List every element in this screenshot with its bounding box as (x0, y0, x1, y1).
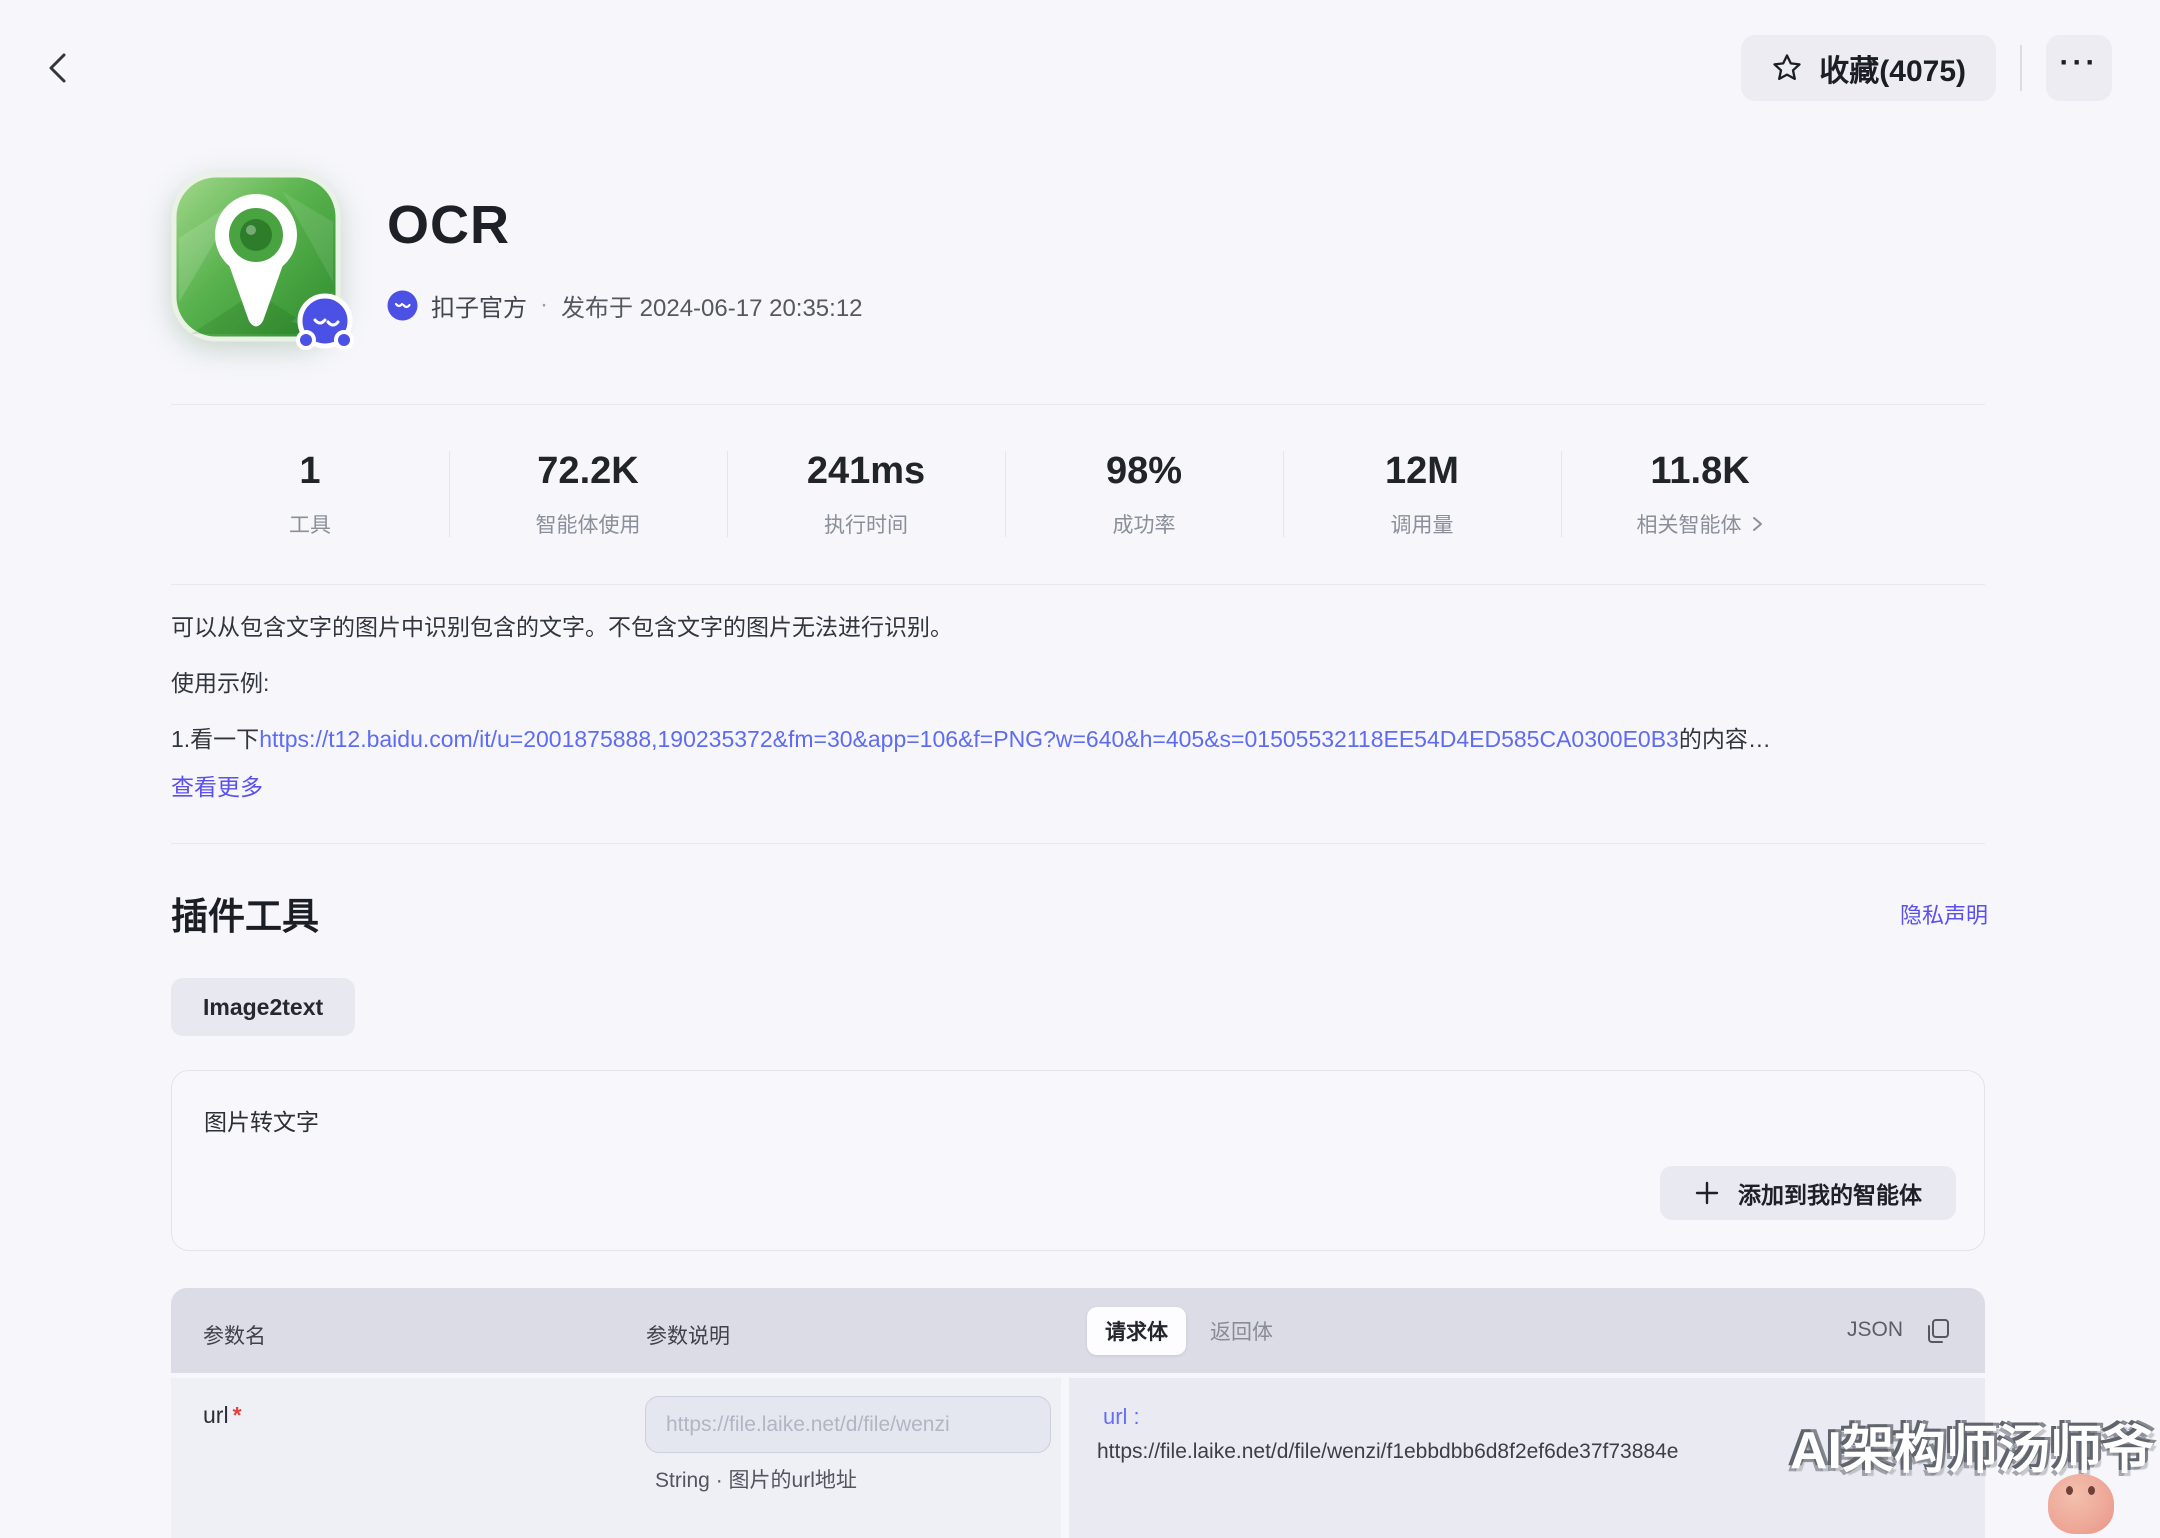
more-button[interactable]: ··· (2046, 35, 2112, 101)
top-actions: 收藏(4075) ··· (1741, 35, 2112, 101)
example-suffix: 的内容… (1679, 726, 1771, 752)
add-to-my-agents-button[interactable]: 添加到我的智能体 (1660, 1166, 1956, 1220)
publish-date: 发布于 2024-06-17 20:35:12 (561, 288, 863, 323)
stat-label: 调用量 (1391, 509, 1454, 539)
stat-value: 11.8K (1561, 450, 1839, 493)
divider (171, 584, 1985, 585)
coze-mascot-badge-icon (292, 290, 358, 356)
description-example-line: 1.看一下https://t12.baidu.com/it/u=20018758… (171, 722, 1985, 756)
required-asterisk: * (233, 1402, 242, 1428)
stat-value: 98% (1005, 450, 1283, 493)
stat-value: 72.2K (449, 450, 727, 493)
stat-label: 相关智能体 (1637, 509, 1742, 539)
description-line: 使用示例: (171, 666, 1985, 700)
stat-label: 成功率 (1113, 509, 1176, 539)
stat-label: 智能体使用 (536, 509, 641, 539)
json-key: url : (1103, 1404, 1140, 1430)
stat-label: 工具 (289, 509, 331, 539)
params-table-row: url* String · 图片的url地址 url : https://fil… (171, 1378, 1985, 1538)
stat-related-agents[interactable]: 11.8K 相关智能体 (1561, 450, 1839, 539)
watermark-text: AI架构师汤师爷 (1790, 1408, 2154, 1483)
more-dots: ··· (2060, 46, 2099, 80)
stats-row: 1 工具 72.2K 智能体使用 241ms 执行时间 98% 成功率 12M … (171, 404, 1839, 584)
params-table-header: 参数名 参数说明 请求体 返回体 JSON (171, 1288, 1985, 1373)
separator-dot: · (540, 291, 548, 319)
favorite-label: 收藏(4075) (1819, 46, 1966, 90)
copy-button[interactable] (1923, 1316, 1953, 1346)
tool-card: 图片转文字 添加到我的智能体 (171, 1070, 1985, 1251)
stat-success-rate: 98% 成功率 (1005, 450, 1283, 539)
section-title-plugin-tools: 插件工具 (171, 886, 319, 940)
description-line: 可以从包含文字的图片中识别包含的文字。不包含文字的图片无法进行识别。 (171, 610, 1985, 644)
favorite-button[interactable]: 收藏(4075) (1741, 35, 1996, 101)
mascot-avatar (2048, 1474, 2114, 1534)
add-button-label: 添加到我的智能体 (1738, 1176, 1922, 1210)
param-url-input[interactable] (645, 1396, 1051, 1453)
stat-value: 241ms (727, 450, 1005, 493)
copy-icon (1923, 1316, 1953, 1346)
stat-value: 12M (1283, 450, 1561, 493)
tool-tab-image2text[interactable]: Image2text (171, 978, 355, 1036)
body-tabs: 请求体 返回体 (1087, 1288, 1273, 1373)
stat-tools: 1 工具 (171, 450, 449, 539)
stat-calls: 12M 调用量 (1283, 450, 1561, 539)
tab-request-body[interactable]: 请求体 (1087, 1307, 1186, 1355)
stat-label: 执行时间 (824, 509, 908, 539)
column-header-param-name: 参数名 (203, 1320, 266, 1350)
publisher-badge-icon (387, 290, 418, 321)
json-format-label: JSON (1847, 1318, 1903, 1342)
back-button[interactable] (36, 46, 80, 90)
plus-icon (1694, 1180, 1720, 1206)
star-icon (1771, 52, 1803, 84)
chevron-right-icon (1750, 514, 1764, 534)
stat-exec-time: 241ms 执行时间 (727, 450, 1005, 539)
tool-card-name: 图片转文字 (204, 1103, 319, 1137)
column-header-param-desc: 参数说明 (646, 1320, 730, 1350)
publisher-row: 扣子官方 · 发布于 2024-06-17 20:35:12 (387, 288, 863, 322)
stat-agent-usage: 72.2K 智能体使用 (449, 450, 727, 539)
stat-value: 1 (171, 450, 449, 493)
divider (2020, 45, 2022, 91)
plugin-description: 可以从包含文字的图片中识别包含的文字。不包含文字的图片无法进行识别。 使用示例:… (171, 610, 1985, 804)
param-name: url* (203, 1402, 242, 1429)
privacy-statement-link[interactable]: 隐私声明 (1900, 898, 1988, 930)
tab-response-body[interactable]: 返回体 (1210, 1316, 1273, 1346)
example-prefix: 1.看一下 (171, 726, 259, 752)
param-name-text: url (203, 1402, 229, 1428)
page-title: OCR (387, 194, 510, 256)
publisher-name: 扣子官方 (431, 288, 527, 323)
chevron-left-icon (43, 50, 73, 86)
example-url-link[interactable]: https://t12.baidu.com/it/u=2001875888,19… (259, 726, 1679, 752)
see-more-link[interactable]: 查看更多 (171, 770, 263, 804)
param-cell: url* String · 图片的url地址 (171, 1378, 1061, 1538)
divider (171, 843, 1985, 844)
param-type-desc: String · 图片的url地址 (655, 1464, 857, 1494)
